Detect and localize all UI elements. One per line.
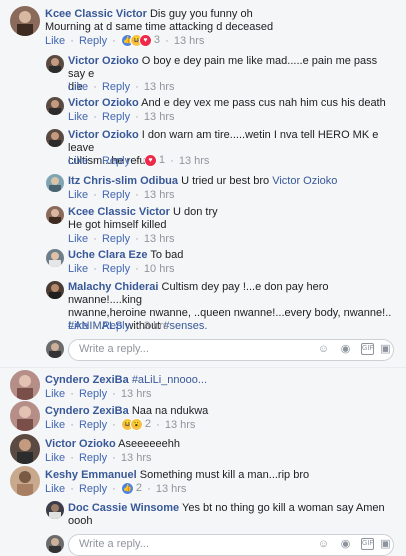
reply-input-placeholder: Write a reply... [79,538,149,550]
like-link[interactable]: Like [68,155,88,167]
comment-text: U don try [172,206,218,218]
reply-link[interactable]: Reply [102,189,130,201]
reply-input[interactable]: Write a reply... ☺ ◉ GIF ▣ [68,339,394,361]
reply-link[interactable]: Reply [102,111,130,123]
commenter-name[interactable]: Kcee Classic Victor [68,206,170,218]
like-link[interactable]: Like [45,388,65,400]
emoji-icon[interactable]: ☺ [317,538,330,551]
wow-reaction-icon: 😮 [129,417,143,431]
avatar[interactable] [10,434,40,464]
comment-text: U tried ur best bro [181,175,270,187]
avatar[interactable] [46,97,64,115]
timestamp[interactable]: 13 hrs [144,111,175,123]
comment-text: Aseeeeeehh [118,438,180,450]
emoji-icon[interactable]: ☺ [317,343,330,356]
reply-link[interactable]: Reply [79,388,107,400]
commenter-name[interactable]: Itz Chris-slim Odibua [68,175,178,187]
comment-text: He got himself killed [68,219,167,231]
like-reaction-icon: 👍 [120,481,134,495]
avatar [46,340,64,358]
like-link[interactable]: Like [45,452,65,464]
like-link[interactable]: Like [45,35,65,47]
avatar[interactable] [46,129,64,147]
hashtag-link[interactable]: #aLiLi_nnooo... [132,374,207,386]
like-link[interactable]: Like [68,233,88,245]
reply-link[interactable]: Reply [102,320,130,332]
commenter-name[interactable]: Victor Ozioko [68,129,139,141]
commenter-name[interactable]: Keshy Emmanuel [45,469,137,481]
reply-input[interactable]: Write a reply... ☺ ◉ GIF ▣ [68,534,394,556]
sticker-icon[interactable]: ▣ [379,538,392,551]
reply-link[interactable]: Reply [102,263,130,275]
reactions[interactable]: ♥ 1 [143,153,165,167]
commenter-name[interactable]: Victor Ozioko [68,55,139,67]
reply-link[interactable]: Reply [79,35,107,47]
timestamp[interactable]: 13 hrs [156,483,187,495]
commenter-name[interactable]: Doc Cassie Winsome [68,502,179,514]
comment-text: Naa na ndukwa [131,405,209,417]
timestamp[interactable]: 13 hrs [174,35,205,47]
timestamp[interactable]: 13 hrs [144,81,175,93]
reply-link[interactable]: Reply [102,155,130,167]
commenter-name[interactable]: Cyndero ZexiBa [45,374,129,386]
timestamp[interactable]: 13 hrs [121,388,152,400]
comment-text: Dis guy you funny oh [149,8,253,20]
timestamp[interactable]: 13 hrs [179,155,210,167]
like-link[interactable]: Like [68,81,88,93]
reply-link[interactable]: Reply [102,233,130,245]
timestamp[interactable]: 10 hrs [144,263,175,275]
avatar[interactable] [10,401,40,431]
like-link[interactable]: Like [68,320,88,332]
avatar [46,535,64,553]
reply-link[interactable]: Reply [102,81,130,93]
like-link[interactable]: Like [45,419,65,431]
avatar[interactable] [46,55,64,73]
love-reaction-icon: ♥ [143,153,157,167]
reply-input-placeholder: Write a reply... [79,343,149,355]
avatar[interactable] [46,174,64,192]
mention-link[interactable]: Victor Ozioko [272,175,337,187]
love-reaction-icon: ♥ [138,33,152,47]
comment-text: To bad [150,249,184,261]
comment-text: Mourning at d same time attacking d dece… [45,21,274,33]
avatar[interactable] [10,466,40,496]
avatar[interactable] [46,281,64,299]
reactions[interactable]: 😆😮 2 [120,417,151,431]
like-link[interactable]: Like [68,189,88,201]
comment-text: Something must kill a man...rip bro [139,469,310,481]
comment-text: nwanne,heroine nwanne, ..queen nwanne!..… [68,307,392,319]
commenter-name[interactable]: Victor Ozioko [68,97,139,109]
timestamp[interactable]: 3 hrs [144,320,168,332]
divider [0,367,406,368]
timestamp[interactable]: 13 hrs [144,233,175,245]
like-link[interactable]: Like [68,111,88,123]
gif-icon[interactable]: GIF [361,343,374,355]
avatar[interactable] [46,501,64,519]
hashtag-link[interactable]: #senses. [163,320,207,332]
gif-icon[interactable]: GIF [361,538,374,550]
timestamp[interactable]: 13 hrs [121,452,152,464]
commenter-name[interactable]: Malachy Chiderai [68,281,158,293]
commenter-name[interactable]: Victor Ozioko [45,438,116,450]
avatar[interactable] [10,370,40,400]
commenter-name[interactable]: Uche Clara Eze [68,249,147,261]
commenter-name[interactable]: Cyndero ZexiBa [45,405,129,417]
comment-text: And e dey vex me pass cus nah him cus hi… [141,97,386,109]
reactions[interactable]: 👍😆 ♥ 3 [120,33,160,47]
reply-link[interactable]: Reply [79,419,107,431]
like-link[interactable]: Like [68,263,88,275]
camera-icon[interactable]: ◉ [339,343,352,356]
reactions[interactable]: 👍 2 [120,481,142,495]
reply-link[interactable]: Reply [79,483,107,495]
camera-icon[interactable]: ◉ [339,538,352,551]
timestamp[interactable]: 13 hrs [165,419,196,431]
reply-link[interactable]: Reply [79,452,107,464]
like-link[interactable]: Like [45,483,65,495]
sticker-icon[interactable]: ▣ [379,343,392,356]
timestamp[interactable]: 13 hrs [144,189,175,201]
avatar[interactable] [46,206,64,224]
avatar[interactable] [10,6,40,36]
avatar[interactable] [46,249,64,267]
commenter-name[interactable]: Kcee Classic Victor [45,8,147,20]
